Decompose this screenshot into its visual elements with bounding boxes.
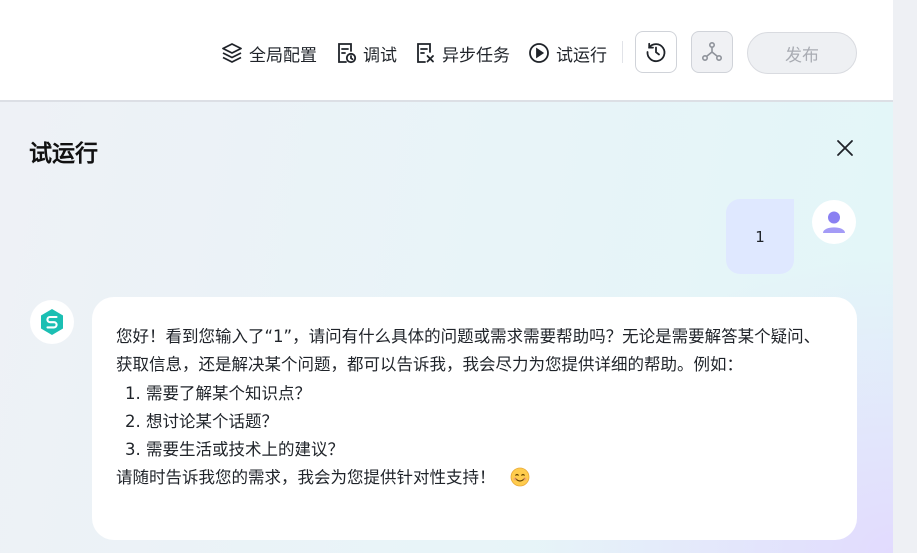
- bot-message-bubble: 您好！看到您输入了“1”，请问有什么具体的问题或需求需要帮助吗？无论是需要解答某…: [92, 297, 857, 540]
- panel-title: 试运行: [29, 141, 98, 167]
- bot-logo-icon: [41, 309, 63, 335]
- user-message-bubble: 1: [726, 199, 794, 274]
- bot-message-outro: 请随时告诉我您的需求，我会为您提供针对性支持！: [116, 468, 496, 488]
- async-task-button[interactable]: 异步任务: [413, 40, 510, 66]
- user-message-text: 1: [755, 227, 765, 246]
- bot-avatar: [30, 300, 74, 344]
- history-icon: [646, 42, 666, 63]
- document-close-icon: [417, 43, 434, 63]
- debug-label: 调试: [363, 45, 397, 66]
- publish-button[interactable]: 发布: [747, 32, 857, 74]
- trial-run-button[interactable]: 试运行: [527, 40, 607, 66]
- list-item: 需要了解某个知识点？: [146, 380, 835, 408]
- trial-run-label: 试运行: [556, 45, 607, 66]
- user-avatar: [812, 200, 856, 244]
- bot-message-outro-line: 请随时告诉我您的需求，我会为您提供针对性支持！: [116, 464, 835, 492]
- bot-message-intro: 您好！看到您输入了“1”，请问有什么具体的问题或需求需要帮助吗？无论是需要解答某…: [116, 327, 821, 375]
- share-nodes-icon: [701, 41, 722, 62]
- list-item: 想讨论某个话题？: [146, 408, 835, 436]
- user-avatar-icon: [823, 211, 845, 233]
- trial-run-panel: 试运行 1 您好！看到您输入了“1”，请问有什么具体的问题或需求需要帮助吗？无论…: [0, 102, 893, 553]
- document-clock-icon: [338, 43, 357, 64]
- debug-button[interactable]: 调试: [334, 40, 397, 66]
- async-task-label: 异步任务: [442, 45, 510, 66]
- top-toolbar: 全局配置 调试 异步任务 试运行 发布: [0, 0, 893, 102]
- smiling-face-emoji-icon: [510, 468, 529, 487]
- play-circle-icon: [529, 43, 549, 63]
- publish-label: 发布: [785, 45, 819, 66]
- layers-icon: [222, 43, 242, 63]
- toolbar-divider: [622, 41, 623, 63]
- history-button[interactable]: [635, 31, 677, 73]
- close-icon[interactable]: [834, 137, 856, 159]
- list-item: 需要生活或技术上的建议？: [146, 436, 835, 464]
- bot-suggestion-list: 需要了解某个知识点？ 想讨论某个话题？ 需要生活或技术上的建议？: [116, 380, 835, 465]
- global-config-label: 全局配置: [249, 45, 317, 66]
- global-config-button[interactable]: 全局配置: [220, 40, 317, 66]
- share-button[interactable]: [691, 31, 733, 73]
